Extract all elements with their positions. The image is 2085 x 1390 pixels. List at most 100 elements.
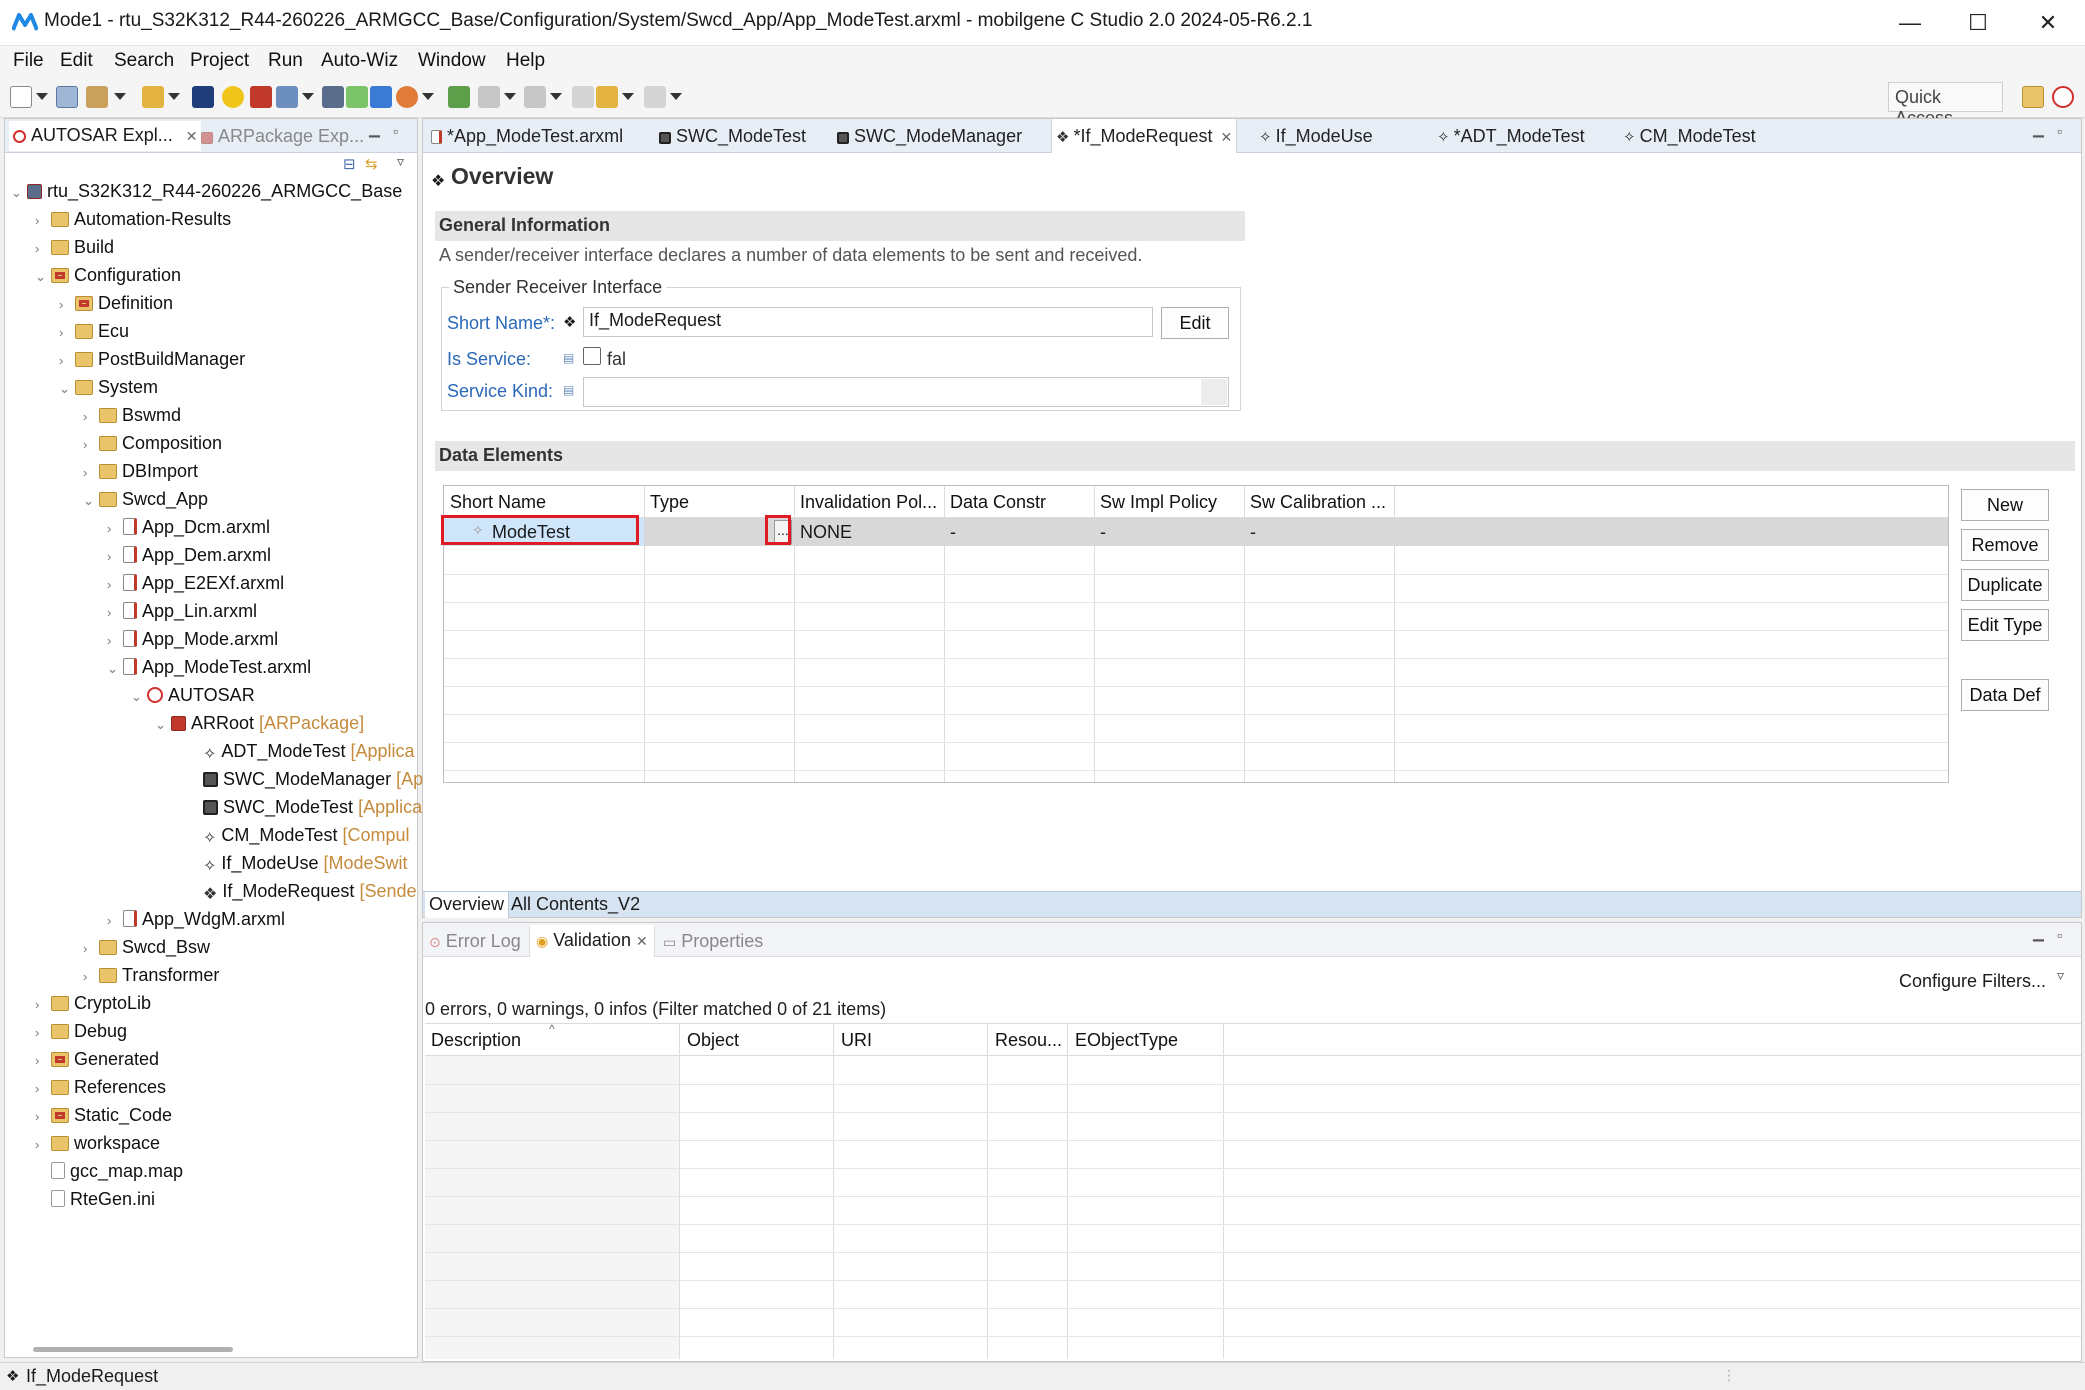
- column-header-type[interactable]: Type: [650, 492, 689, 513]
- collapse-arrow-icon[interactable]: ⌄: [107, 655, 123, 683]
- table-row[interactable]: [444, 518, 1948, 546]
- maximize-panel-icon[interactable]: ▫: [393, 123, 398, 139]
- service-kind-combo[interactable]: [583, 377, 1229, 407]
- tree-item-app-lin[interactable]: › App_Lin.arxml: [107, 597, 257, 625]
- tab-if-modeuse[interactable]: ✧ If_ModeUse: [1255, 119, 1377, 153]
- is-service-checkbox[interactable]: [583, 347, 601, 365]
- service-kind-label[interactable]: Service Kind:: [447, 381, 553, 402]
- build-dropdown-icon[interactable]: [114, 93, 126, 100]
- column-header-eobjecttype[interactable]: EObjectType: [1075, 1030, 1178, 1051]
- column-header-invalidation-policy[interactable]: Invalidation Pol...: [800, 492, 937, 513]
- collapse-arrow-icon[interactable]: ⌄: [59, 375, 75, 403]
- next-annotation-icon[interactable]: [478, 86, 500, 108]
- save-icon[interactable]: [56, 86, 78, 108]
- tree-item-if-moderequest[interactable]: ❖ If_ModeRequest [Sende: [203, 877, 417, 905]
- tree-item-autosar[interactable]: ⌄ AUTOSAR: [131, 681, 255, 709]
- close-tab-icon[interactable]: ✕: [186, 128, 198, 144]
- tree-item-project-root[interactable]: ⌄ rtu_S32K312_R44-260226_ARMGCC_Base: [11, 177, 402, 205]
- column-header-sw-calibration[interactable]: Sw Calibration ...: [1250, 492, 1386, 513]
- tree-item-references[interactable]: › References: [35, 1073, 166, 1101]
- tree-item-cryptolib[interactable]: › CryptoLib: [35, 989, 151, 1017]
- column-header-description[interactable]: Description: [431, 1030, 521, 1051]
- tab-swc-modemanager[interactable]: SWC_ModeManager: [833, 119, 1026, 153]
- deploy-dropdown-icon[interactable]: [302, 93, 314, 100]
- tree-item-swcd-app[interactable]: ⌄ Swcd_App: [83, 485, 208, 513]
- tab-if-moderequest[interactable]: ❖ *If_ModeRequest ✕: [1051, 119, 1238, 153]
- collapse-arrow-icon[interactable]: ⌄: [11, 179, 27, 207]
- tree-item-cm-modetest[interactable]: ✧ CM_ModeTest [Compul: [203, 821, 410, 849]
- forward-icon[interactable]: [644, 86, 666, 108]
- tree-item-swc-modetest[interactable]: SWC_ModeTest [Applica: [203, 793, 422, 821]
- menu-auto-wiz[interactable]: Auto-Wiz: [321, 50, 398, 72]
- short-name-label[interactable]: Short Name*:: [447, 313, 555, 334]
- tree-item-workspace[interactable]: › workspace: [35, 1129, 160, 1157]
- tree-item-definition[interactable]: › Definition: [59, 289, 173, 317]
- expand-arrow-icon[interactable]: ›: [107, 627, 123, 655]
- menu-project[interactable]: Project: [190, 50, 249, 72]
- expand-arrow-icon[interactable]: ›: [35, 991, 51, 1019]
- module-icon[interactable]: [346, 86, 368, 108]
- expand-arrow-icon[interactable]: ›: [83, 403, 99, 431]
- tab-error-log[interactable]: ⊙ Error Log: [429, 931, 521, 952]
- close-window-button[interactable]: ✕: [2014, 0, 2082, 46]
- cell-invalidation-policy[interactable]: NONE: [800, 522, 852, 543]
- tab-all-contents[interactable]: All Contents_V2: [507, 892, 644, 918]
- column-header-sw-impl-policy[interactable]: Sw Impl Policy: [1100, 492, 1217, 513]
- tree-item-automation-results[interactable]: › Automation-Results: [35, 205, 231, 233]
- expand-arrow-icon[interactable]: ›: [107, 599, 123, 627]
- edit-button[interactable]: Edit: [1161, 307, 1229, 339]
- minimize-panel-icon[interactable]: ▁: [2033, 925, 2044, 942]
- view-menu-icon[interactable]: ▿: [2057, 967, 2064, 984]
- tree-item-app-e2exf[interactable]: › App_E2EXf.arxml: [107, 569, 284, 597]
- next-annotation-dropdown-icon[interactable]: [504, 93, 516, 100]
- collapse-all-icon[interactable]: ⊟: [343, 155, 356, 173]
- expand-arrow-icon[interactable]: ›: [35, 1075, 51, 1103]
- new-icon[interactable]: [10, 86, 32, 108]
- tree-item-system[interactable]: ⌄ System: [59, 373, 158, 401]
- build-icon[interactable]: [86, 86, 108, 108]
- is-service-label[interactable]: Is Service:: [447, 349, 531, 370]
- data-def-button[interactable]: Data Def: [1961, 679, 2049, 711]
- tab-autosar-explorer[interactable]: AUTOSAR Expl... ✕: [9, 121, 202, 151]
- remove-button[interactable]: Remove: [1961, 529, 2049, 561]
- expand-arrow-icon[interactable]: ›: [35, 235, 51, 263]
- tree-item-configuration[interactable]: ⌄ Configuration: [35, 261, 181, 289]
- minimize-panel-icon[interactable]: ▁: [369, 121, 380, 138]
- minimize-editor-icon[interactable]: ▁: [2033, 121, 2044, 138]
- expand-arrow-icon[interactable]: ›: [35, 1103, 51, 1131]
- menu-edit[interactable]: Edit: [60, 50, 93, 72]
- collapse-arrow-icon[interactable]: ⌄: [35, 263, 51, 291]
- expand-arrow-icon[interactable]: ›: [59, 291, 75, 319]
- menu-run[interactable]: Run: [268, 50, 303, 72]
- forward-dropdown-icon[interactable]: [670, 93, 682, 100]
- menu-help[interactable]: Help: [506, 50, 545, 72]
- tree-item-app-mode[interactable]: › App_Mode.arxml: [107, 625, 278, 653]
- expand-arrow-icon[interactable]: ›: [35, 1047, 51, 1075]
- run-icon[interactable]: [142, 86, 164, 108]
- close-tab-icon[interactable]: ✕: [636, 933, 648, 949]
- column-header-short-name[interactable]: Short Name: [450, 492, 546, 513]
- expand-arrow-icon[interactable]: ›: [83, 935, 99, 963]
- tab-swc-modetest[interactable]: SWC_ModeTest: [655, 119, 810, 153]
- tree-item-dbimport[interactable]: › DBImport: [83, 457, 198, 485]
- expand-arrow-icon[interactable]: ›: [35, 207, 51, 235]
- debug-dropdown-icon[interactable]: [422, 93, 434, 100]
- gen-icon[interactable]: [250, 86, 272, 108]
- tree-item-composition[interactable]: › Composition: [83, 429, 222, 457]
- tab-arpackage-explorer[interactable]: ARPackage Exp...: [201, 126, 364, 147]
- tree-item-if-modeuse[interactable]: ✧ If_ModeUse [ModeSwit: [203, 849, 408, 877]
- tree-item-app-modetest[interactable]: ⌄ App_ModeTest.arxml: [107, 653, 311, 681]
- maximize-editor-icon[interactable]: ▫: [2057, 123, 2062, 139]
- tree-item-ecu[interactable]: › Ecu: [59, 317, 129, 345]
- column-header-data-constr[interactable]: Data Constr: [950, 492, 1046, 513]
- tab-validation[interactable]: ◉ Validation ✕: [529, 925, 655, 957]
- tree-item-arroot[interactable]: ⌄ ARRoot [ARPackage]: [155, 709, 364, 737]
- target-icon[interactable]: [192, 86, 214, 108]
- minimize-button[interactable]: —: [1876, 0, 1944, 46]
- tree-item-debug[interactable]: › Debug: [35, 1017, 127, 1045]
- close-tab-icon[interactable]: ✕: [1221, 129, 1233, 145]
- service-kind-dropdown-icon[interactable]: [1201, 379, 1227, 405]
- tree-item-static-code[interactable]: › Static_Code: [35, 1101, 172, 1129]
- spark-icon[interactable]: [222, 86, 244, 108]
- debug-icon[interactable]: [396, 86, 418, 108]
